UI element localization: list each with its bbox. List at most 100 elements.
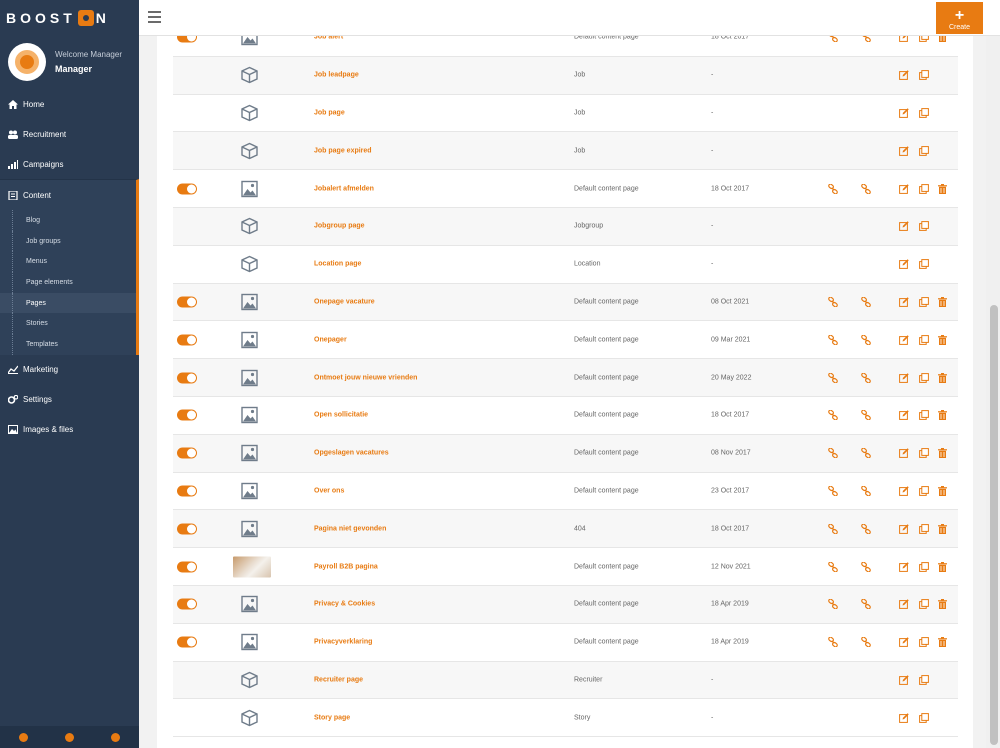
page-name-link[interactable]: Privacyverklaring — [314, 639, 372, 646]
link-icon[interactable] — [861, 296, 871, 308]
publish-toggle[interactable] — [177, 598, 197, 610]
trash-icon[interactable] — [938, 296, 947, 307]
copy-icon[interactable] — [919, 259, 929, 270]
power-icon[interactable] — [111, 732, 121, 742]
link-icon[interactable] — [828, 409, 838, 421]
link-icon[interactable] — [828, 636, 838, 648]
edit-icon[interactable] — [899, 524, 909, 534]
page-name-link[interactable]: Job leadpage — [314, 72, 359, 79]
page-name-link[interactable]: Jobalert afmelden — [314, 185, 374, 192]
page-name-link[interactable]: Privacy & Cookies — [314, 601, 375, 608]
copy-icon[interactable] — [919, 448, 929, 459]
publish-toggle[interactable] — [177, 409, 197, 421]
trash-icon[interactable] — [938, 334, 947, 345]
link-icon[interactable] — [861, 636, 871, 648]
publish-toggle[interactable] — [177, 561, 197, 573]
user-icon[interactable] — [18, 732, 28, 742]
publish-toggle[interactable] — [177, 296, 197, 308]
page-name-link[interactable]: Pagina niet gevonden — [314, 525, 386, 532]
copy-icon[interactable] — [919, 561, 929, 572]
publish-toggle[interactable] — [177, 485, 197, 497]
publish-toggle[interactable] — [177, 447, 197, 459]
edit-icon[interactable] — [899, 713, 909, 723]
edit-icon[interactable] — [899, 448, 909, 459]
edit-icon[interactable] — [899, 70, 909, 81]
link-icon[interactable] — [828, 372, 838, 384]
page-name-link[interactable]: Recruiter page — [314, 676, 363, 683]
sub-item-templates[interactable]: Templates — [0, 334, 136, 355]
edit-icon[interactable] — [899, 183, 909, 194]
sub-item-page-elements[interactable]: Page elements — [0, 272, 136, 293]
trash-icon[interactable] — [938, 561, 947, 572]
page-name-link[interactable]: Opgeslagen vacatures — [314, 450, 389, 457]
edit-icon[interactable] — [899, 561, 909, 572]
nav-home[interactable]: Home — [0, 89, 139, 119]
link-icon[interactable] — [828, 485, 838, 497]
link-icon[interactable] — [828, 36, 838, 43]
copy-icon[interactable] — [919, 108, 929, 118]
nav-recruitment[interactable]: Recruitment — [0, 119, 139, 149]
brand-logo[interactable]: BOOST N — [0, 0, 139, 35]
page-name-link[interactable]: Over ons — [314, 487, 344, 494]
link-icon[interactable] — [861, 372, 871, 384]
edit-icon[interactable] — [899, 36, 909, 43]
sub-item-blog[interactable]: Blog — [0, 210, 136, 231]
copy-icon[interactable] — [919, 145, 929, 156]
edit-icon[interactable] — [899, 108, 909, 118]
trash-icon[interactable] — [938, 183, 947, 194]
link-icon[interactable] — [828, 296, 838, 308]
page-name-link[interactable]: Job page expired — [314, 147, 372, 154]
copy-icon[interactable] — [919, 410, 929, 421]
copy-icon[interactable] — [919, 523, 929, 534]
copy-icon[interactable] — [919, 372, 929, 383]
copy-icon[interactable] — [919, 297, 929, 307]
link-icon[interactable] — [828, 183, 838, 195]
link-icon[interactable] — [828, 447, 838, 459]
link-icon[interactable] — [861, 561, 871, 572]
edit-icon[interactable] — [899, 675, 909, 685]
publish-toggle[interactable] — [177, 36, 197, 43]
trash-icon[interactable] — [938, 36, 947, 43]
copy-icon[interactable] — [919, 334, 929, 345]
link-icon[interactable] — [828, 334, 838, 346]
create-button[interactable]: + Create — [936, 2, 983, 34]
publish-toggle[interactable] — [177, 334, 197, 346]
link-icon[interactable] — [861, 447, 871, 459]
edit-icon[interactable] — [899, 372, 909, 383]
page-name-link[interactable]: Onepage vacature — [314, 298, 375, 305]
trash-icon[interactable] — [938, 448, 947, 459]
sub-item-job-groups[interactable]: Job groups — [0, 230, 136, 252]
link-icon[interactable] — [861, 485, 871, 497]
trash-icon[interactable] — [938, 410, 947, 421]
copy-icon[interactable] — [919, 70, 929, 81]
copy-icon[interactable] — [919, 36, 929, 43]
publish-toggle[interactable] — [177, 372, 197, 384]
page-name-link[interactable]: Ontmoet jouw nieuwe vrienden — [314, 374, 417, 381]
link-icon[interactable] — [828, 561, 838, 572]
edit-icon[interactable] — [899, 637, 909, 648]
edit-icon[interactable] — [899, 599, 909, 610]
link-icon[interactable] — [861, 183, 871, 195]
sub-item-pages[interactable]: Pages — [0, 292, 136, 314]
edit-icon[interactable] — [899, 486, 909, 496]
copy-icon[interactable] — [919, 675, 929, 685]
page-name-link[interactable]: Jobgroup page — [314, 223, 365, 230]
copy-icon[interactable] — [919, 637, 929, 648]
edit-icon[interactable] — [899, 297, 909, 307]
nav-marketing[interactable]: Marketing — [0, 355, 139, 385]
publish-toggle[interactable] — [177, 523, 197, 535]
avatar[interactable] — [8, 43, 46, 81]
link-icon[interactable] — [861, 334, 871, 346]
copy-icon[interactable] — [919, 183, 929, 194]
link-icon[interactable] — [861, 523, 871, 535]
nav-images-files[interactable]: Images & files — [0, 415, 139, 445]
trash-icon[interactable] — [938, 637, 947, 648]
trash-icon[interactable] — [938, 523, 947, 534]
page-name-link[interactable]: Location page — [314, 261, 361, 268]
edit-icon[interactable] — [899, 146, 909, 156]
copy-icon[interactable] — [919, 221, 929, 232]
link-icon[interactable] — [828, 598, 838, 610]
nav-campaigns[interactable]: Campaigns — [0, 149, 139, 179]
sub-item-menus[interactable]: Menus — [0, 251, 136, 272]
edit-icon[interactable] — [899, 259, 909, 270]
